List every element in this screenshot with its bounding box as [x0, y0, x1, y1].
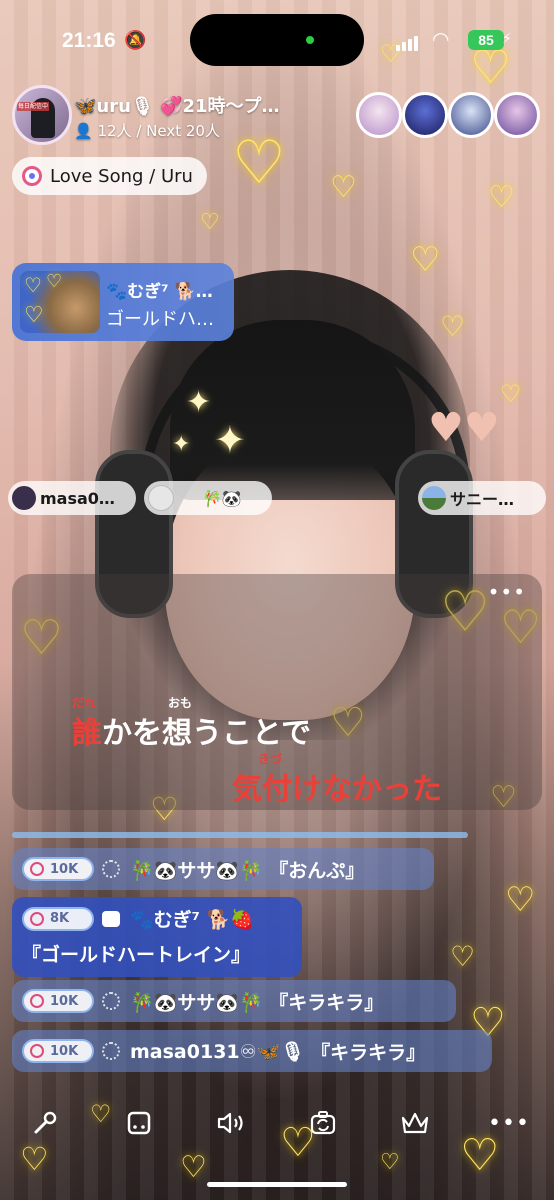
- sparkle-icon: ✦: [172, 432, 191, 457]
- avatar: [12, 486, 36, 510]
- status-time: 21:16: [62, 29, 116, 52]
- badge-icon: [102, 860, 120, 878]
- home-indicator[interactable]: [207, 1182, 347, 1187]
- gift-sender: 🐾むぎ⁷ 🐕…: [106, 282, 213, 302]
- bell-slash-icon: 🔕: [124, 30, 147, 51]
- chat-icon: [102, 910, 120, 927]
- microphone-icon[interactable]: [28, 1106, 62, 1140]
- person-icon: 👤: [74, 122, 93, 140]
- viewer-avatar[interactable]: [494, 92, 540, 138]
- heart-effect: ♡: [410, 240, 441, 280]
- sparkle-icon: ✦: [214, 418, 246, 462]
- avatar: [422, 486, 446, 510]
- sparkle-icon: ✦: [186, 385, 212, 420]
- viewer-avatar[interactable]: [402, 92, 448, 138]
- heart-effect: ♡: [330, 170, 357, 205]
- heart-effect: ♡: [380, 1150, 400, 1175]
- chat-comment[interactable]: 10K masa0131♾🦋🎙 『キラキラ』: [12, 1030, 492, 1072]
- signal-icon: [396, 32, 420, 51]
- host-title[interactable]: 🦋uru🎙 💞21時〜プ…: [74, 92, 280, 118]
- dice-icon[interactable]: [122, 1106, 156, 1140]
- level-badge: 8K: [22, 906, 94, 931]
- peach-hearts-decoration: ♥♥: [428, 405, 500, 451]
- user-pill[interactable]: サニー…: [418, 481, 546, 515]
- user-pill[interactable]: masa0…: [8, 481, 136, 515]
- chat-comment-gift[interactable]: 8K 🐾むぎ⁷ 🐕🍓 『ゴールドハートレイン』: [12, 897, 302, 977]
- camera-flip-icon[interactable]: [306, 1106, 340, 1140]
- gift-item: ゴールドハ…: [106, 309, 214, 330]
- heart-effect: ♡: [232, 128, 286, 198]
- viewer-avatar[interactable]: [448, 92, 494, 138]
- more-icon[interactable]: •••: [488, 580, 526, 604]
- gift-image: ♡ ♡ ♡: [20, 271, 100, 333]
- heart-effect: ♡: [488, 180, 515, 215]
- heart-effect: ♡: [505, 880, 536, 920]
- wifi-icon: ◠: [432, 27, 450, 51]
- level-badge: 10K: [22, 1039, 94, 1063]
- heart-effect: ♡: [180, 1150, 207, 1185]
- avatar: [148, 485, 174, 511]
- chat-comment[interactable]: 10K 🎋🐼ササ🐼🎋 『おんぷ』: [12, 848, 434, 890]
- lyric-line-2: 気付けなかった: [232, 772, 442, 807]
- charging-icon: ⚡: [502, 31, 512, 47]
- crown-icon[interactable]: [398, 1106, 432, 1140]
- host-avatar[interactable]: 毎日配信中: [12, 85, 72, 145]
- user-pill[interactable]: 🎋🐼: [144, 481, 272, 515]
- dynamic-island: [190, 14, 364, 66]
- chat-comment[interactable]: 10K 🎋🐼ササ🐼🎋 『キラキラ』: [12, 980, 456, 1022]
- viewer-avatar[interactable]: [356, 92, 402, 138]
- heart-effect: ♡: [440, 310, 466, 343]
- now-playing-song[interactable]: Love Song / Uru: [12, 157, 207, 195]
- music-disc-icon: [22, 166, 42, 186]
- more-icon[interactable]: •••: [488, 1106, 529, 1140]
- heart-effect: ♡: [500, 380, 522, 408]
- chat-divider: [12, 832, 468, 838]
- lyrics-panel: ••• だれ おも 誰かを想うことで きづ 気付けなかった: [12, 574, 542, 810]
- viewer-count: 👤 12人 / Next 20人: [74, 122, 220, 140]
- badge-icon: [102, 992, 120, 1010]
- gift-banner: ♡ ♡ ♡ 🐾むぎ⁷ 🐕… ゴールドハ…: [12, 263, 234, 341]
- battery-icon: 85: [468, 30, 504, 50]
- heart-effect: ♡: [200, 210, 220, 235]
- lyric-line-1: 誰かを想うことで: [72, 716, 312, 751]
- badge-icon: [102, 1042, 120, 1060]
- speaker-icon[interactable]: [214, 1106, 248, 1140]
- status-bar: 21:16 🔕 ◠ 85 ⚡: [0, 0, 554, 80]
- song-title: Love Song / Uru: [50, 165, 193, 187]
- bottom-toolbar: •••: [0, 1098, 554, 1148]
- level-badge: 10K: [22, 989, 94, 1013]
- heart-effect: ♡: [450, 940, 476, 973]
- level-badge: 10K: [22, 857, 94, 881]
